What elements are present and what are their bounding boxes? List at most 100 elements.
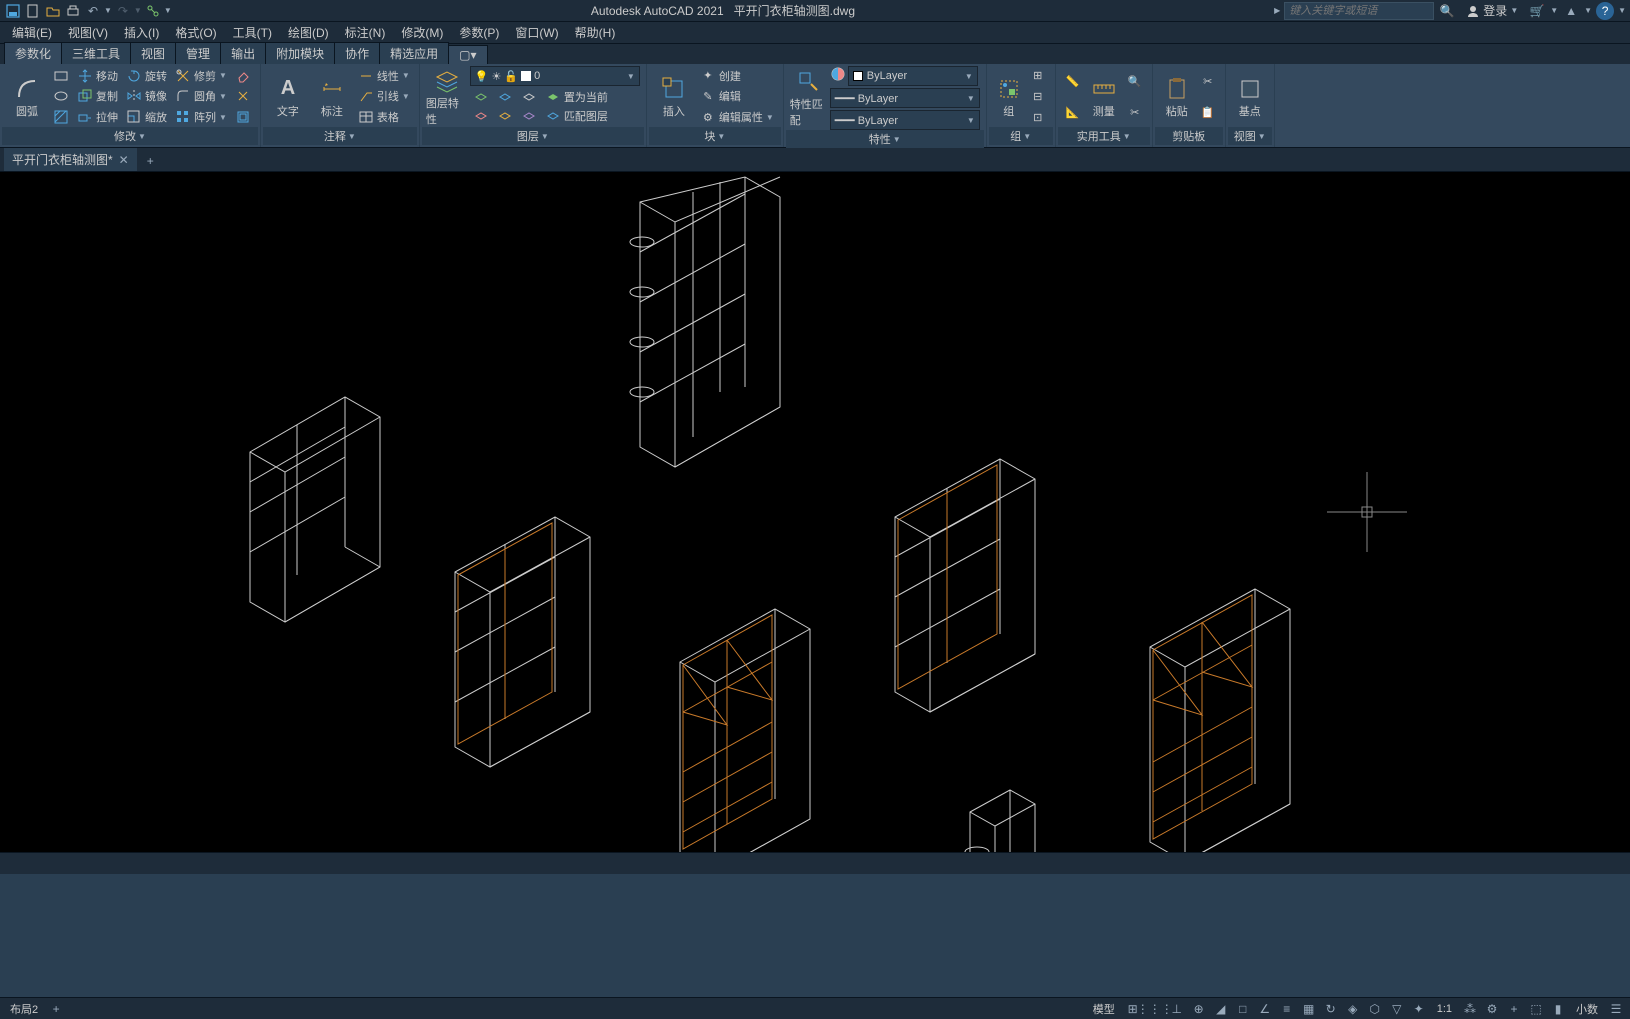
- menu-view[interactable]: 视图(V): [60, 22, 116, 43]
- menu-draw[interactable]: 绘图(D): [280, 22, 337, 43]
- copy-button[interactable]: 复制: [74, 87, 121, 105]
- util-icon-3[interactable]: 🔍: [1124, 72, 1146, 90]
- rect-icon[interactable]: [50, 67, 72, 85]
- print-icon[interactable]: [64, 2, 82, 20]
- panel-title-modify[interactable]: 修改▼: [2, 127, 258, 145]
- login-button[interactable]: 登录▼: [1460, 2, 1524, 19]
- linear-button[interactable]: 线性▼: [355, 67, 413, 85]
- util-icon-4[interactable]: ✂: [1124, 103, 1146, 121]
- arc-button[interactable]: 圆弧: [6, 66, 48, 127]
- menu-tools[interactable]: 工具(T): [225, 22, 280, 43]
- layer-icon-6[interactable]: [518, 107, 540, 125]
- isodraft-icon[interactable]: ◢: [1211, 999, 1231, 1019]
- help-icon[interactable]: ?: [1596, 2, 1614, 20]
- edit-attr-button[interactable]: ⚙编辑属性▼: [697, 108, 777, 126]
- lineweight-dropdown[interactable]: ━━━ ByLayer▼: [830, 110, 980, 130]
- basepoint-button[interactable]: 基点: [1232, 66, 1268, 127]
- undo-icon[interactable]: ↶: [84, 2, 102, 20]
- panel-title-view[interactable]: 视图▼: [1228, 127, 1272, 145]
- qat-more-icon[interactable]: ▼: [164, 6, 172, 15]
- rotate-button[interactable]: 旋转: [123, 67, 170, 85]
- undo-dropdown-icon[interactable]: ▼: [104, 6, 112, 15]
- group-icon-3[interactable]: ⊡: [1027, 108, 1049, 126]
- erase-icon[interactable]: [232, 67, 254, 85]
- color-dropdown[interactable]: ByLayer▼: [848, 66, 978, 86]
- scale-button[interactable]: 缩放: [123, 108, 170, 126]
- dimension-button[interactable]: 标注: [311, 66, 353, 127]
- leader-button[interactable]: 引线▼: [355, 87, 413, 105]
- redo-dropdown-icon[interactable]: ▼: [134, 6, 142, 15]
- group-icon-2[interactable]: ⊟: [1027, 87, 1049, 105]
- 3dosnap-icon[interactable]: ◈: [1343, 999, 1363, 1019]
- quick-props-icon[interactable]: ▮: [1548, 999, 1568, 1019]
- redo-icon[interactable]: ↷: [114, 2, 132, 20]
- anno-scale[interactable]: 1:1: [1431, 1001, 1458, 1017]
- group-icon-1[interactable]: ⊞: [1027, 67, 1049, 85]
- util-icon-2[interactable]: 📐: [1062, 103, 1084, 121]
- ribbon-tab[interactable]: 输出: [220, 42, 266, 64]
- anno-monitor-icon[interactable]: +: [1504, 999, 1524, 1019]
- ribbon-tab[interactable]: 附加模块: [265, 42, 335, 64]
- panel-title-annotate[interactable]: 注释▼: [263, 127, 417, 145]
- ribbon-tab[interactable]: 协作: [334, 42, 380, 64]
- util-icon-1[interactable]: 📏: [1062, 72, 1084, 90]
- ribbon-tab[interactable]: 精选应用: [379, 42, 449, 64]
- group-button[interactable]: 组: [993, 66, 1025, 127]
- snap-icon[interactable]: ⋮⋮⋮: [1145, 999, 1165, 1019]
- match-layer-button[interactable]: 匹配图层: [542, 107, 611, 125]
- layer-icon-2[interactable]: [470, 107, 492, 125]
- panel-title-block[interactable]: 块▼: [649, 127, 781, 145]
- menu-window[interactable]: 窗口(W): [507, 22, 566, 43]
- ribbon-tab[interactable]: 三维工具: [61, 42, 131, 64]
- lineweight-icon[interactable]: ≡: [1277, 999, 1297, 1019]
- model-button[interactable]: 模型: [1087, 999, 1121, 1019]
- otrack-icon[interactable]: ∠: [1255, 999, 1275, 1019]
- selection-filter-icon[interactable]: ▽: [1387, 999, 1407, 1019]
- transparency-icon[interactable]: ▦: [1299, 999, 1319, 1019]
- paste-button[interactable]: 粘贴: [1159, 66, 1195, 127]
- panel-title-clipboard[interactable]: 剪贴板: [1155, 127, 1223, 145]
- layer-icon-5[interactable]: [518, 88, 540, 106]
- workspace-icon[interactable]: ⚙: [1482, 999, 1502, 1019]
- offset-icon[interactable]: [232, 108, 254, 126]
- copy-icon[interactable]: 📋: [1197, 103, 1219, 121]
- search-dropdown-icon[interactable]: ▶: [1274, 6, 1280, 15]
- match-props-button[interactable]: 特性匹配: [790, 66, 828, 130]
- measure-button[interactable]: 测量: [1086, 66, 1122, 127]
- stretch-button[interactable]: 拉伸: [74, 108, 121, 126]
- ribbon-tab[interactable]: 管理: [175, 42, 221, 64]
- save-icon[interactable]: [4, 2, 22, 20]
- set-current-button[interactable]: 置为当前: [542, 88, 611, 106]
- menu-insert[interactable]: 插入(I): [116, 22, 167, 43]
- anno-icon[interactable]: ⁂: [1460, 999, 1480, 1019]
- gizmo-icon[interactable]: ✦: [1409, 999, 1429, 1019]
- drawing-canvas[interactable]: [0, 172, 1630, 952]
- units-label[interactable]: 小数: [1570, 999, 1604, 1019]
- new-icon[interactable]: [24, 2, 42, 20]
- mirror-button[interactable]: 镜像: [123, 87, 170, 105]
- menu-parametric[interactable]: 参数(P): [451, 22, 507, 43]
- menu-edit[interactable]: 编辑(E): [4, 22, 60, 43]
- layer-dropdown[interactable]: 💡 ☀ 🔓 0 ▼: [470, 66, 640, 86]
- ellipse-icon[interactable]: [50, 87, 72, 105]
- layout-tab[interactable]: 布局2: [4, 999, 44, 1019]
- cut-icon[interactable]: ✂: [1197, 72, 1219, 90]
- osnap-icon[interactable]: □: [1233, 999, 1253, 1019]
- array-button[interactable]: 阵列▼: [172, 108, 230, 126]
- layer-properties-button[interactable]: 图层特性: [426, 66, 468, 127]
- add-tab-button[interactable]: +: [139, 151, 162, 171]
- layer-icon-1[interactable]: [470, 88, 492, 106]
- linetype-dropdown[interactable]: ━━━ ByLayer▼: [830, 88, 980, 108]
- close-icon[interactable]: ✕: [119, 153, 129, 167]
- color-icon[interactable]: [830, 66, 846, 82]
- ribbon-tab-more[interactable]: ▢▾: [448, 45, 487, 64]
- hatch-icon[interactable]: [50, 108, 72, 126]
- add-layout-button[interactable]: +: [46, 999, 66, 1019]
- trim-button[interactable]: 修剪▼: [172, 67, 230, 85]
- search-icon[interactable]: 🔍: [1438, 2, 1456, 20]
- ortho-icon[interactable]: ⊥: [1167, 999, 1187, 1019]
- menu-format[interactable]: 格式(O): [167, 22, 224, 43]
- menu-dimension[interactable]: 标注(N): [337, 22, 394, 43]
- panel-title-utilities[interactable]: 实用工具▼: [1058, 127, 1150, 145]
- fillet-button[interactable]: 圆角▼: [172, 87, 230, 105]
